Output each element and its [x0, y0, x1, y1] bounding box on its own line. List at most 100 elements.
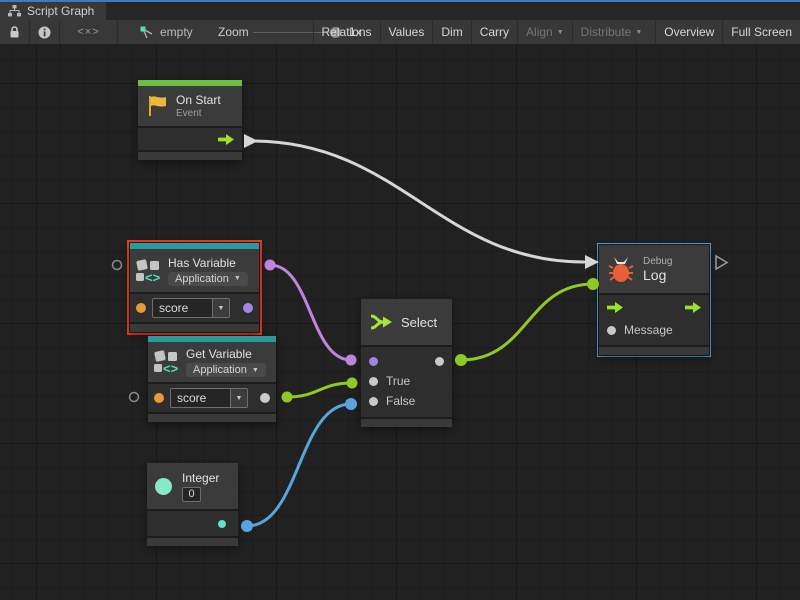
control-output-port[interactable] — [218, 134, 234, 145]
carry-button[interactable]: Carry — [471, 20, 517, 44]
control-input-port[interactable] — [607, 302, 623, 313]
select-row-condition — [361, 351, 452, 371]
fullscreen-label: Full Screen — [731, 25, 792, 39]
dim-label: Dim — [441, 25, 462, 39]
has-variable-scope-dropdown[interactable]: Application ▼ — [168, 272, 248, 286]
node-debug-log[interactable]: Debug Log Message — [599, 245, 709, 355]
node-on-start[interactable]: On Start Event — [138, 80, 242, 160]
debug-log-ports: Message — [599, 293, 709, 345]
node-get-variable[interactable]: <> Get Variable Application ▼ score ▼ — [148, 336, 276, 422]
true-input-port[interactable] — [369, 377, 378, 386]
node-integer[interactable]: Integer 0 — [147, 463, 238, 546]
condition-input-port[interactable] — [369, 357, 378, 366]
variable-name-combo[interactable]: score ▼ — [170, 388, 248, 408]
scope-label: Application — [193, 364, 247, 376]
unconnected-control-triangle[interactable] — [716, 256, 727, 269]
select-icon — [369, 314, 393, 330]
graph-canvas[interactable]: On Start Event <> — [0, 45, 800, 600]
selection-outline-red: <> Has Variable Application ▼ score ▼ — [127, 240, 262, 335]
selection-status: empty — [140, 20, 193, 44]
lock-button[interactable] — [0, 20, 30, 44]
debug-log-header: Debug Log — [599, 245, 709, 293]
inspect-button[interactable] — [30, 20, 60, 44]
false-input-port[interactable] — [369, 397, 378, 406]
node-select[interactable]: Select True False — [361, 299, 452, 427]
on-start-subtitle: Event — [176, 108, 221, 119]
integer-ports — [147, 509, 238, 536]
tab-script-graph[interactable]: Script Graph — [0, 2, 106, 20]
carry-label: Carry — [480, 25, 509, 39]
select-title: Select — [401, 315, 437, 330]
code-icon: <×> — [77, 26, 99, 38]
variable-name-combo[interactable]: score ▼ — [152, 298, 230, 318]
script-graph-window: Script Graph ⋮ ✕ <×> — [0, 0, 800, 600]
values-button[interactable]: Values — [380, 20, 433, 44]
flag-icon — [146, 94, 168, 118]
get-variable-scope-dropdown[interactable]: Application ▼ — [186, 363, 266, 377]
distribute-label: Distribute — [581, 25, 632, 39]
debug-log-row-control — [599, 295, 709, 319]
distribute-button[interactable]: Distribute ▼ — [572, 20, 651, 44]
bug-icon — [607, 255, 635, 283]
value-output-port[interactable] — [260, 393, 270, 403]
control-output-port[interactable] — [685, 302, 701, 313]
variables-icon: <> — [154, 350, 180, 374]
has-variable-footer — [130, 322, 259, 332]
get-variable-header: <> Get Variable Application ▼ — [148, 342, 276, 382]
wire-get-variable-to-select-true[interactable] — [282, 378, 358, 403]
variables-icon: <> — [136, 259, 162, 283]
tab-label: Script Graph — [27, 4, 94, 18]
integer-header: Integer 0 — [147, 463, 238, 509]
variable-name-value: score — [153, 299, 212, 317]
graph-toolbar: <×> empty Zoom 1x Relations Values Dim C… — [0, 20, 800, 45]
relations-button[interactable]: Relations — [313, 20, 380, 44]
false-label: False — [386, 394, 415, 408]
relations-label: Relations — [322, 25, 372, 39]
overview-button[interactable]: Overview — [655, 20, 722, 44]
integer-output-port[interactable] — [218, 520, 226, 528]
get-variable-footer — [148, 412, 276, 422]
scope-label: Application — [175, 273, 229, 285]
values-label: Values — [389, 25, 425, 39]
get-variable-ports: score ▼ — [148, 382, 276, 412]
integer-footer — [147, 536, 238, 546]
name-input-port[interactable] — [154, 393, 164, 403]
select-ports: True False — [361, 345, 452, 417]
selection-status-label: empty — [160, 25, 193, 39]
fullscreen-button[interactable]: Full Screen — [722, 20, 800, 44]
unconnected-port-circle[interactable] — [113, 261, 122, 270]
name-input-port[interactable] — [136, 303, 146, 313]
svg-text:<>: <> — [163, 361, 179, 374]
on-start-ports — [138, 126, 242, 150]
true-label: True — [386, 374, 410, 388]
graph-pointer-icon — [140, 26, 154, 39]
node-has-variable[interactable]: <> Has Variable Application ▼ score ▼ — [130, 243, 259, 332]
wire-start-arrow — [244, 134, 258, 148]
integer-value-field[interactable]: 0 — [182, 487, 201, 502]
selection-output-port[interactable] — [435, 357, 444, 366]
result-output-port[interactable] — [243, 303, 253, 313]
unconnected-port-circle[interactable] — [130, 393, 139, 402]
debug-log-title: Log — [643, 267, 672, 283]
zoom-label: Zoom — [218, 20, 249, 44]
wire-select-to-debug-log-message[interactable] — [455, 278, 599, 366]
align-button[interactable]: Align ▼ — [517, 20, 572, 44]
window-focus-line — [0, 0, 800, 2]
debug-log-row-message: Message — [599, 319, 709, 341]
chevron-down-icon: ▼ — [557, 29, 564, 36]
wire-on-start-to-debug-log[interactable] — [244, 134, 599, 269]
chevron-down-icon: ▼ — [635, 29, 642, 36]
info-icon — [38, 26, 51, 39]
chevron-down-icon: ▼ — [252, 367, 259, 374]
message-label: Message — [624, 323, 673, 337]
dim-button[interactable]: Dim — [432, 20, 470, 44]
svg-text:<>: <> — [145, 270, 161, 283]
align-label: Align — [526, 25, 553, 39]
on-start-header: On Start Event — [138, 86, 242, 126]
disconnect-button[interactable]: <×> — [60, 20, 118, 44]
on-start-title: On Start — [176, 93, 221, 107]
has-variable-ports: score ▼ — [130, 292, 259, 322]
chevron-down-icon: ▼ — [234, 275, 241, 282]
message-input-port[interactable] — [607, 326, 616, 335]
wire-has-variable-to-select[interactable] — [265, 260, 357, 366]
